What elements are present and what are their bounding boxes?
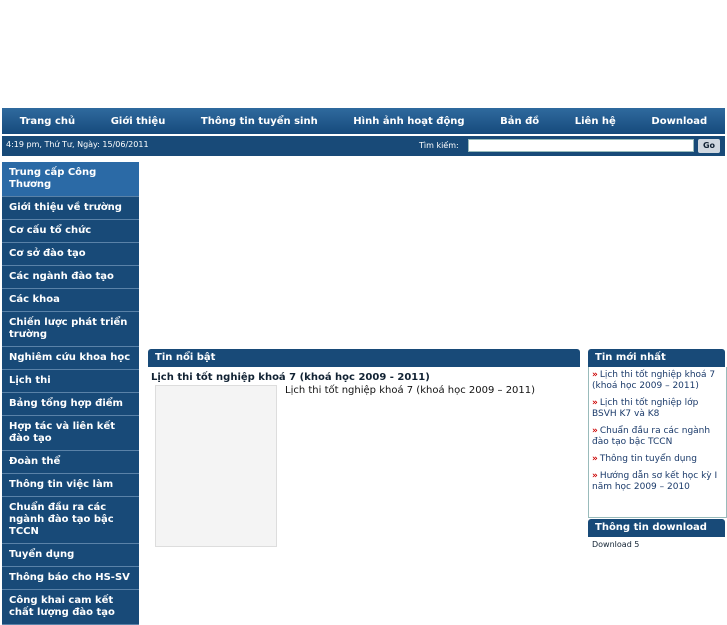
list-item[interactable]: » Lịch thi tốt nghiệp khoá 7 (khoá học 20…	[592, 370, 723, 392]
latest-box: » Lịch thi tốt nghiệp khoá 7 (khoá học 20…	[588, 367, 727, 518]
sidebar-item-trung-cap[interactable]: Trung cấp Công Thương	[2, 162, 139, 197]
sidebar-item-gioi-thieu[interactable]: Giới thiệu về trường	[2, 197, 139, 220]
sidebar-item-tuyen-dung[interactable]: Tuyển dụng	[2, 544, 139, 567]
search-input[interactable]	[468, 139, 694, 152]
list-item[interactable]: » Hướng dẫn sơ kết học kỳ I năm học 2009 …	[592, 471, 723, 493]
nav-home[interactable]: Trang chủ	[20, 116, 75, 127]
sidebar-item-cac-nganh[interactable]: Các ngành đào tạo	[2, 266, 139, 289]
list-item[interactable]: » Chuẩn đầu ra các ngành đào tạo bậc TCCN	[592, 426, 723, 448]
list-item[interactable]: » Lịch thi tốt nghiệp lớp BSVH K7 và K8	[592, 398, 723, 420]
sidebar-item-co-so[interactable]: Cơ sở đào tạo	[2, 243, 139, 266]
sidebar: Trung cấp Công Thương Giới thiệu về trườ…	[2, 162, 139, 625]
sidebar-item-chuan-dau-ra[interactable]: Chuẩn đầu ra các ngành đào tạo bậc TCCN	[2, 497, 139, 544]
top-nav: Trang chủ Giới thiệu Thông tin tuyển sin…	[2, 108, 725, 134]
latest-list: » Lịch thi tốt nghiệp khoá 7 (khoá học 20…	[589, 367, 726, 502]
date-text: 4:19 pm, Thứ Tư, Ngày: 15/06/2011	[6, 140, 149, 149]
nav-contact[interactable]: Liên hệ	[575, 116, 616, 127]
search-label: Tìm kiếm:	[419, 141, 459, 150]
nav-gallery[interactable]: Hình ảnh hoạt động	[353, 116, 464, 127]
nav-admissions[interactable]: Thông tin tuyển sinh	[201, 116, 318, 127]
featured-thumbnail[interactable]	[155, 385, 277, 547]
list-item[interactable]: » Thông tin tuyển dụng	[592, 454, 723, 465]
featured-heading: Tin nổi bật	[148, 349, 580, 367]
nav-about[interactable]: Giới thiệu	[111, 116, 166, 127]
sidebar-item-doan-the[interactable]: Đoàn thể	[2, 451, 139, 474]
sidebar-item-cong-khai[interactable]: Công khai cam kết chất lượng đào tạo	[2, 590, 139, 625]
go-button[interactable]: Go	[698, 139, 720, 153]
latest-heading: Tin mới nhất	[588, 349, 725, 367]
sidebar-item-co-cau[interactable]: Cơ cấu tổ chức	[2, 220, 139, 243]
nav-map[interactable]: Bản đồ	[500, 116, 539, 127]
nav-download[interactable]: Download	[651, 116, 707, 127]
sidebar-item-thong-bao[interactable]: Thông báo cho HS-SV	[2, 567, 139, 590]
info-bar: 4:19 pm, Thứ Tư, Ngày: 15/06/2011 Tìm ki…	[2, 136, 725, 156]
sidebar-item-viec-lam[interactable]: Thông tin việc làm	[2, 474, 139, 497]
sidebar-item-cac-khoa[interactable]: Các khoa	[2, 289, 139, 312]
sidebar-item-hop-tac[interactable]: Hợp tác và liên kết đào tạo	[2, 416, 139, 451]
featured-title[interactable]: Lịch thi tốt nghiệp khoá 7 (khoá học 200…	[151, 372, 430, 383]
sidebar-item-chien-luoc[interactable]: Chiến lược phát triển trường	[2, 312, 139, 347]
sidebar-item-bang-diem[interactable]: Bảng tổng hợp điểm	[2, 393, 139, 416]
sidebar-item-nghien-cuu[interactable]: Nghiêm cứu khoa học	[2, 347, 139, 370]
download-heading: Thông tin download	[588, 519, 725, 537]
sidebar-item-lich-thi[interactable]: Lịch thi	[2, 370, 139, 393]
featured-description: Lịch thi tốt nghiệp khoá 7 (khoá học 200…	[285, 385, 536, 396]
